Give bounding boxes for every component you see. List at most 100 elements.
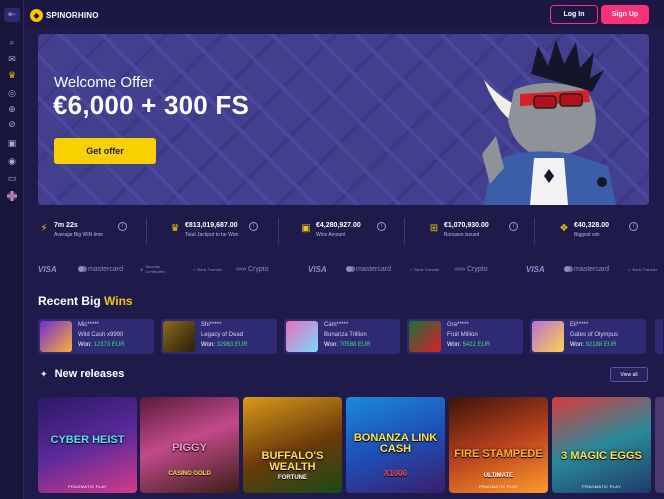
win-amount: Won: 92188 EUR <box>570 342 617 348</box>
game-thumbnail <box>286 321 318 352</box>
game-subtitle: X1000 <box>383 469 408 478</box>
game-title: BONANZA LINK CASH <box>353 432 438 455</box>
game-card-partial[interactable] <box>655 397 664 493</box>
stat-value: €1,070,930.00 <box>444 222 489 229</box>
win-amount: Won: 5422 EUR <box>447 342 491 348</box>
win-game: Legacy of Dead <box>201 332 244 338</box>
header: ◆ SPINORHINO Log In Sign Up <box>24 0 664 30</box>
hero-title: Welcome Offer <box>54 74 154 91</box>
info-icon[interactable]: i <box>377 222 386 231</box>
stat-value: €4,280,927.00 <box>316 222 361 229</box>
game-card[interactable]: FIRE STAMPEDE ULTIMATE PRAGMATIC PLAY <box>449 397 548 493</box>
win-amount: Won: 70588 EUR <box>324 342 371 348</box>
visa-logo: VISA <box>38 264 57 274</box>
win-amount: Won: 12373 EUR <box>78 342 125 348</box>
win-game: Wild Cash x9990 <box>78 332 124 338</box>
win-card[interactable]: Eli***** Gates of Olympus Won: 92188 EUR <box>530 319 646 354</box>
signup-button[interactable]: Sign Up <box>601 5 649 24</box>
view-all-button[interactable]: View all <box>610 367 648 382</box>
mastercard-logo: mastercard <box>346 262 391 276</box>
game-card[interactable]: 3 MAGIC EGGS PRAGMATIC PLAY <box>552 397 651 493</box>
divider <box>534 218 535 244</box>
gift-icon: ⊞ <box>429 223 439 234</box>
casino-icon[interactable]: ◎ <box>4 87 20 101</box>
game-subtitle: CASINO GOLD <box>168 471 211 477</box>
win-card[interactable]: Mic***** Wild Cash x9990 Won: 12373 EUR <box>38 319 154 354</box>
crypto-logo: ∞∞ Crypto <box>455 265 488 273</box>
flag-uk-icon[interactable] <box>4 189 20 203</box>
crypto-logo: ∞∞ Crypto <box>236 265 269 273</box>
game-provider: PRAGMATIC PLAY <box>582 484 621 489</box>
wallet-icon: ▣ <box>301 223 311 234</box>
logo[interactable]: ◆ SPINORHINO <box>30 8 99 22</box>
game-title: CYBER HEIST <box>50 434 125 446</box>
rhino-mascot-icon <box>482 40 616 205</box>
divider <box>404 218 405 244</box>
mastercard-logo: mastercard <box>78 262 123 276</box>
stat-value: €40,328.00 <box>574 222 610 229</box>
crown-icon: ♛ <box>170 223 180 234</box>
stat-label: Wins Amount <box>316 232 346 238</box>
chat-icon[interactable]: ▭ <box>4 172 20 186</box>
info-icon[interactable]: i <box>509 222 518 231</box>
hero-banner: Welcome Offer €6,000 + 300 FS Get offer <box>38 34 649 205</box>
live-casino-icon[interactable]: ⊕ <box>4 103 20 117</box>
get-offer-button[interactable]: Get offer <box>54 138 156 164</box>
game-thumbnail <box>409 321 441 352</box>
sidebar: ⇤ ⌕ ✉ ♛ ◎ ⊕ ⊘ ▣ ◉ ▭ <box>0 0 24 499</box>
game-subtitle: ULTIMATE <box>483 473 514 479</box>
search-icon[interactable]: ⌕ <box>4 36 20 50</box>
big-wins-title: Recent Big Wins <box>38 294 133 308</box>
stat-value: 7m 22s <box>54 222 78 229</box>
win-user: Eli***** <box>570 322 589 328</box>
game-thumbnail <box>163 321 195 352</box>
game-card[interactable]: CYBER HEIST PRAGMATIC PLAY <box>38 397 137 493</box>
game-provider: PRAGMATIC PLAY <box>68 484 107 489</box>
game-title: FIRE STAMPEDE <box>454 448 543 460</box>
promotions-icon[interactable]: ✉ <box>4 53 20 67</box>
mastercard-logo: mastercard <box>564 262 609 276</box>
win-card[interactable]: Gra***** Fruit Million Won: 5422 EUR <box>407 319 523 354</box>
info-icon[interactable]: i <box>249 222 258 231</box>
game-thumbnail <box>532 321 564 352</box>
win-user: Mic***** <box>78 322 100 328</box>
crown-icon[interactable]: ♛ <box>4 69 20 83</box>
info-icon[interactable]: i <box>118 222 127 231</box>
rhino-logo-icon: ◆ <box>30 8 43 22</box>
collapse-icon[interactable]: ⇤ <box>4 8 20 22</box>
win-user: Shi***** <box>201 322 222 328</box>
visa-logo: VISA <box>308 264 327 274</box>
win-game: Bonanza Trillion <box>324 332 367 338</box>
win-user: Cam***** <box>324 322 349 328</box>
game-title: 3 MAGIC EGGS <box>561 450 642 462</box>
big-wins-list: Mic***** Wild Cash x9990 Won: 12373 EUR … <box>38 319 664 354</box>
trophy-icon: ❖ <box>559 223 569 234</box>
game-card[interactable]: BUFFALO'S WEALTH FORTUNE <box>243 397 342 493</box>
win-user: Gra***** <box>447 322 469 328</box>
visa-logo: VISA <box>526 264 545 274</box>
game-card[interactable]: BONANZA LINK CASH X1000 <box>346 397 445 493</box>
stat-label: Bonuses issued <box>444 232 480 238</box>
security-logo: ⊛ Security Certificates <box>140 264 166 274</box>
win-game: Gates of Olympus <box>570 332 619 338</box>
login-button[interactable]: Log In <box>550 5 598 24</box>
logo-text: SPINORHINO <box>46 10 99 20</box>
win-game: Fruit Million <box>447 332 478 338</box>
sports-icon[interactable]: ⊘ <box>4 118 20 132</box>
win-card[interactable]: Shi***** Legacy of Dead Won: 32963 EUR <box>161 319 277 354</box>
game-card[interactable]: PIGGY CASINO GOLD <box>140 397 239 493</box>
info-icon[interactable]: i <box>629 222 638 231</box>
stat-label: Total Jackpot to be Won <box>185 232 239 238</box>
game-provider: PRAGMATIC PLAY <box>479 484 518 489</box>
win-card[interactable]: Cam***** Bonanza Trillion Won: 70588 EUR <box>284 319 400 354</box>
bank-transfer-logo: ⌂ Bank Transfer <box>193 266 223 272</box>
win-card-partial[interactable] <box>655 319 663 354</box>
payment-methods: VISA mastercard ⊛ Security Certificates ⌂… <box>38 262 658 276</box>
games-icon[interactable]: ▣ <box>4 137 20 151</box>
support-icon[interactable]: ◉ <box>4 155 20 169</box>
stat-label: Average Big WIN time <box>54 232 104 238</box>
divider <box>278 218 279 244</box>
lightning-icon: ⚡ <box>40 223 48 234</box>
new-releases-title: ✦ New releases <box>40 368 125 380</box>
bank-transfer-logo: ⌂ Bank Transfer <box>410 266 440 272</box>
